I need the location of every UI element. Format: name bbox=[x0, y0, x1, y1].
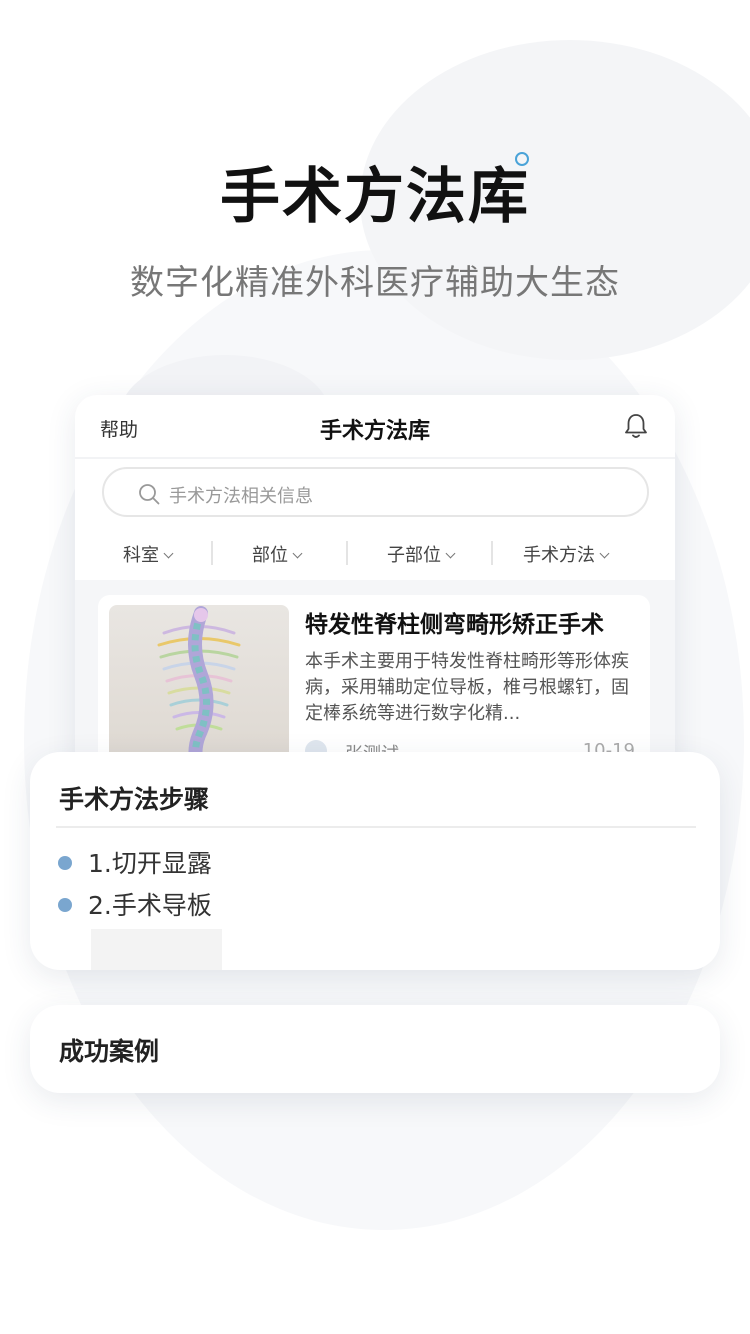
chevron-down-icon bbox=[292, 548, 303, 559]
steps-card: 手术方法步骤 1.切开显露 2.手术导板 bbox=[30, 752, 720, 970]
filter-body-part[interactable]: 部位 bbox=[252, 541, 303, 567]
chevron-down-icon bbox=[599, 548, 610, 559]
step-item[interactable]: 1.切开显露 bbox=[58, 844, 212, 880]
search-icon bbox=[139, 484, 160, 505]
filter-bar: 科室 部位 子部位 手术方法 bbox=[75, 535, 675, 571]
filter-department[interactable]: 科室 bbox=[123, 541, 174, 567]
spine-illustration bbox=[157, 606, 241, 775]
image-placeholder bbox=[91, 929, 222, 970]
cases-card[interactable]: 成功案例 bbox=[30, 1005, 720, 1093]
hero-subtitle: 数字化精准外科医疗辅助大生态 bbox=[130, 263, 620, 303]
steps-divider bbox=[56, 826, 696, 828]
app-preview: 帮助 手术方法库 手术方法相关信息 科室 部位 子部位 手术方法 特发性脊柱侧弯… bbox=[75, 395, 675, 795]
bullet-icon bbox=[58, 898, 72, 912]
app-title: 手术方法库 bbox=[319, 419, 430, 444]
step-item[interactable]: 2.手术导板 bbox=[58, 886, 212, 922]
chevron-down-icon bbox=[445, 548, 456, 559]
header-divider bbox=[75, 457, 675, 459]
filter-divider bbox=[491, 541, 493, 565]
hero-title: 手术方法库 bbox=[220, 162, 530, 232]
chevron-down-icon bbox=[163, 548, 174, 559]
item-description: 本手术主要用于特发性脊柱畸形等形体疾病，采用辅助定位导板，椎弓根螺钉，固定棒系统… bbox=[305, 651, 629, 724]
cases-title: 成功案例 bbox=[59, 1037, 160, 1066]
filter-sub-part[interactable]: 子部位 bbox=[387, 541, 456, 567]
bell-icon[interactable] bbox=[621, 411, 651, 441]
item-title: 特发性脊柱侧弯畸形矫正手术 bbox=[305, 612, 604, 638]
filter-divider bbox=[211, 541, 213, 565]
filter-divider bbox=[346, 541, 348, 565]
search-placeholder: 手术方法相关信息 bbox=[169, 486, 313, 507]
filter-surgery-method[interactable]: 手术方法 bbox=[523, 541, 610, 567]
accent-dot-icon bbox=[515, 152, 529, 166]
search-input[interactable]: 手术方法相关信息 bbox=[102, 467, 649, 517]
bullet-icon bbox=[58, 856, 72, 870]
spine-thumbnail bbox=[109, 605, 289, 775]
steps-title: 手术方法步骤 bbox=[59, 785, 210, 814]
